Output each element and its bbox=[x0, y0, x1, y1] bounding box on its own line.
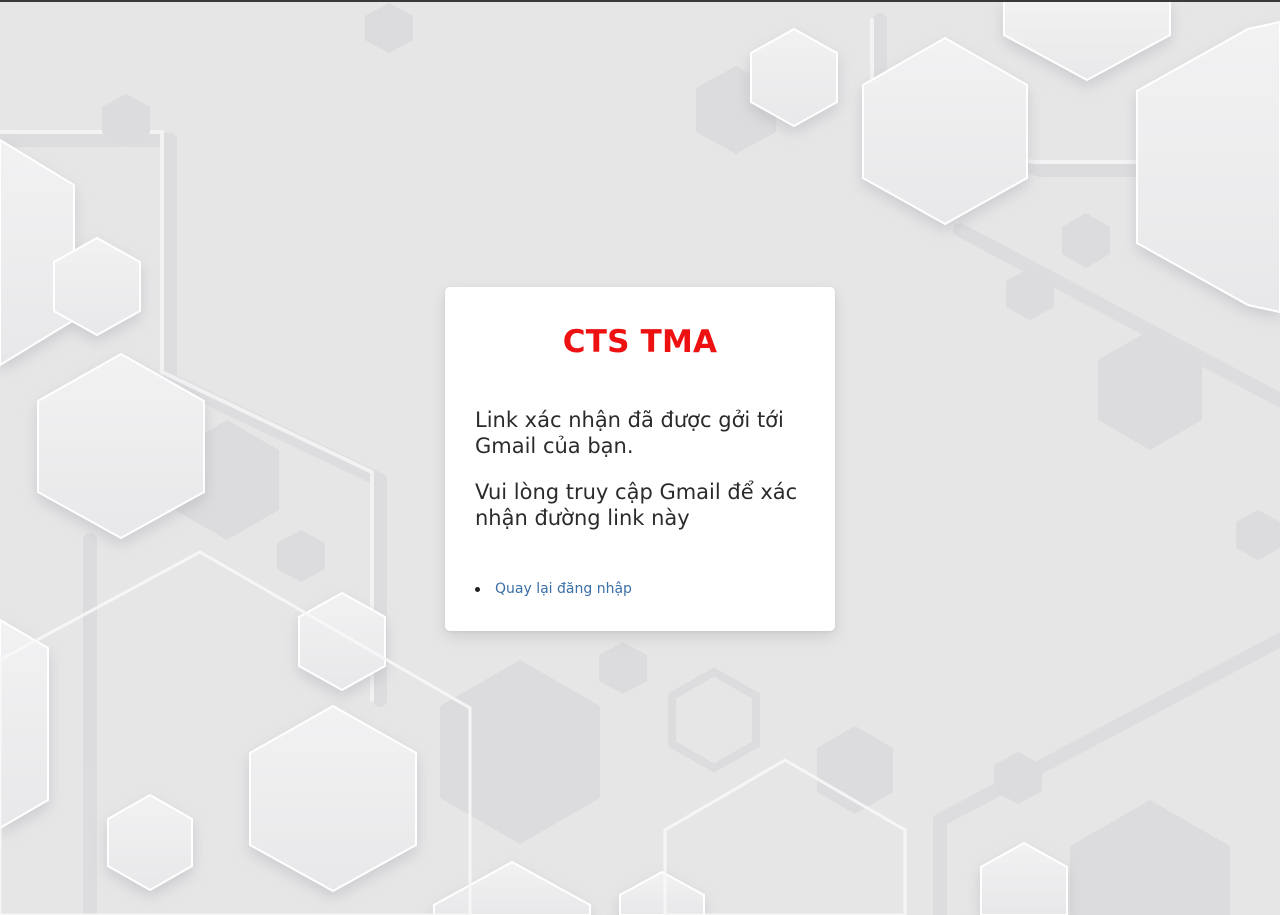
list-item: Quay lại đăng nhập bbox=[475, 579, 632, 599]
back-to-login-link[interactable]: Quay lại đăng nhập bbox=[495, 581, 632, 597]
card-links-list: Quay lại đăng nhập bbox=[475, 579, 632, 599]
window-top-border bbox=[0, 0, 1280, 2]
brand-title: CTS TMA bbox=[562, 324, 718, 360]
confirmation-card: CTS TMA Link xác nhận đã được gởi tới Gm… bbox=[445, 287, 835, 631]
gmail-instruction-message: Vui lòng truy cập Gmail để xác nhận đườn… bbox=[475, 480, 798, 530]
confirmation-sent-message: Link xác nhận đã được gởi tới Gmail của … bbox=[475, 408, 784, 458]
disc-bullet-icon bbox=[475, 587, 480, 592]
